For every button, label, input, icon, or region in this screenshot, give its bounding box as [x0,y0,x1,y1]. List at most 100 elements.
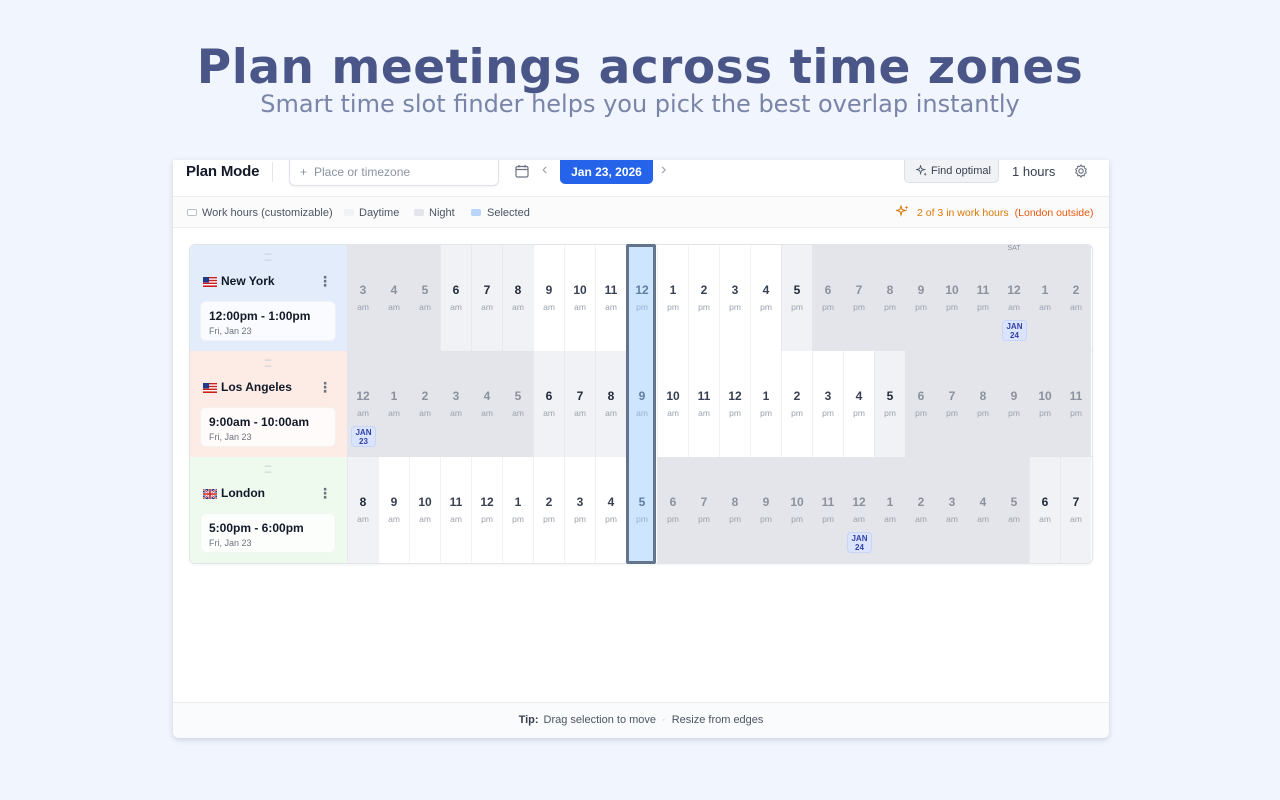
ampm-label: am [481,408,493,418]
hour-cell[interactable]: 9 pm [905,245,936,351]
uk-flag-icon [203,489,217,499]
hour-cell[interactable]: 7 am [1060,457,1091,563]
hour-cell[interactable]: 8 am [595,351,626,457]
hour-cell[interactable]: 7 am [564,351,595,457]
hour-cell[interactable]: 1 pm [502,457,533,563]
hour-cell[interactable]: SAT 12 am JAN 24 [998,245,1029,351]
ampm-label: pm [512,514,524,524]
hour-cell[interactable]: 6 pm [657,457,688,563]
hour-cell[interactable]: 12 am JAN 23 [347,351,378,457]
hour-cell[interactable]: 11 am [595,245,626,351]
selection-column[interactable] [626,244,656,564]
hour-cell[interactable]: 1 am [378,351,409,457]
hour-label: 3 [452,389,460,403]
drag-handle-icon[interactable]: – – [263,459,273,477]
hour-cell[interactable]: 8 am [347,457,378,563]
hour-cell[interactable]: 1 pm [750,351,781,457]
date-picker-button[interactable]: Jan 23, 2026 [560,160,653,184]
hour-cell[interactable]: 11 pm [967,245,998,351]
hour-cell[interactable]: 8 am [502,245,533,351]
hour-cell[interactable]: 4 pm [750,245,781,351]
chevron-right-icon[interactable]: › [661,161,666,179]
hour-cell[interactable]: 10 am [657,351,688,457]
drag-handle-icon[interactable]: – – [263,353,273,371]
hour-cell[interactable]: 9 pm [750,457,781,563]
hour-cell[interactable]: 4 pm [843,351,874,457]
hero-title: Plan meetings across time zones [196,40,1084,95]
more-options-icon[interactable]: ⋮ [318,485,332,502]
hour-cell[interactable]: 7 pm [936,351,967,457]
hour-cell[interactable]: 9 am [533,245,564,351]
legend-daytime: Daytime [359,207,400,219]
hour-cell[interactable]: 6 am [1029,457,1060,563]
hour-cell[interactable]: 2 pm [688,245,719,351]
hour-cell[interactable]: 7 pm [843,245,874,351]
hour-cell[interactable]: 2 pm [533,457,564,563]
drag-handle-icon[interactable]: – – [263,247,273,265]
hour-cell[interactable]: 3 pm [564,457,595,563]
hour-label: 2 [421,389,429,403]
hour-cell[interactable]: 3 am [347,245,378,351]
place-search-input[interactable] [289,160,499,186]
hour-cell[interactable]: 7 pm [688,457,719,563]
hour-cell[interactable]: 6 am [440,245,471,351]
hour-cell[interactable]: 9 am [378,457,409,563]
hour-cell[interactable]: 7 am [471,245,502,351]
hour-cell[interactable]: 3 am [440,351,471,457]
hour-cell[interactable]: 3 pm [719,245,750,351]
hour-cell[interactable]: 10 pm [936,245,967,351]
hour-label: 1 [762,389,770,403]
hero-subtitle: Smart time slot finder helps you pick th… [260,90,1020,118]
hour-cell[interactable]: 4 am [378,245,409,351]
hour-cell[interactable]: 9 pm [998,351,1029,457]
hour-label: 3 [576,495,584,509]
hour-cell[interactable]: 12 am JAN 24 [843,457,874,563]
hour-cell[interactable]: 11 am [688,351,719,457]
hour-cell[interactable]: 11 am [440,457,471,563]
hour-cell[interactable]: 12 pm [719,351,750,457]
hour-cell[interactable]: 6 am [533,351,564,457]
hour-cell[interactable]: 8 pm [874,245,905,351]
hour-cell[interactable]: 5 am [409,245,440,351]
find-optimal-button[interactable]: Find optimal [904,160,999,183]
hour-cell[interactable]: 3 am [936,457,967,563]
chevron-left-icon[interactable]: ‹ [542,161,547,179]
hour-cell[interactable]: 8 pm [967,351,998,457]
hour-cell[interactable]: 1 am [874,457,905,563]
hour-cell[interactable]: 1 pm [657,245,688,351]
hour-cell[interactable]: 2 am [1060,245,1091,351]
hour-cell[interactable]: 10 am [409,457,440,563]
duration-selector[interactable]: 1 hours [1012,164,1055,179]
hour-cell[interactable]: 5 pm [781,245,812,351]
gear-icon[interactable] [1074,164,1088,178]
hour-cell[interactable]: 12 pm [471,457,502,563]
hour-cell[interactable]: 8 pm [719,457,750,563]
hour-cell[interactable]: 4 am [471,351,502,457]
hour-cell[interactable]: 2 pm [781,351,812,457]
hour-cell[interactable]: 3 pm [812,351,843,457]
hour-cell[interactable]: 10 pm [781,457,812,563]
calendar-icon[interactable] [515,164,529,178]
hour-cell[interactable]: 2 am [905,457,936,563]
hour-cell[interactable]: 6 pm [905,351,936,457]
hour-cell[interactable]: 1 am [1029,245,1060,351]
hour-cell[interactable]: 5 am [998,457,1029,563]
hour-cell[interactable]: 10 am [564,245,595,351]
ampm-label: am [450,408,462,418]
hour-cell[interactable]: 5 pm [874,351,905,457]
hour-cell[interactable]: 2 am [409,351,440,457]
hour-label: 2 [1072,283,1080,297]
hour-cell[interactable]: 4 pm [595,457,626,563]
ampm-label: am [388,302,400,312]
hour-cell[interactable]: 6 pm [812,245,843,351]
tip-resize: Resize from edges [671,714,764,726]
more-options-icon[interactable]: ⋮ [318,379,332,396]
hour-label: 6 [452,283,460,297]
hour-cell[interactable]: 10 pm [1029,351,1060,457]
hour-cell[interactable]: 4 am [967,457,998,563]
more-options-icon[interactable]: ⋮ [318,273,332,290]
hour-cell[interactable]: 11 pm [812,457,843,563]
ampm-label: pm [543,514,555,524]
hour-cell[interactable]: 11 pm [1060,351,1091,457]
hour-cell[interactable]: 5 am [502,351,533,457]
